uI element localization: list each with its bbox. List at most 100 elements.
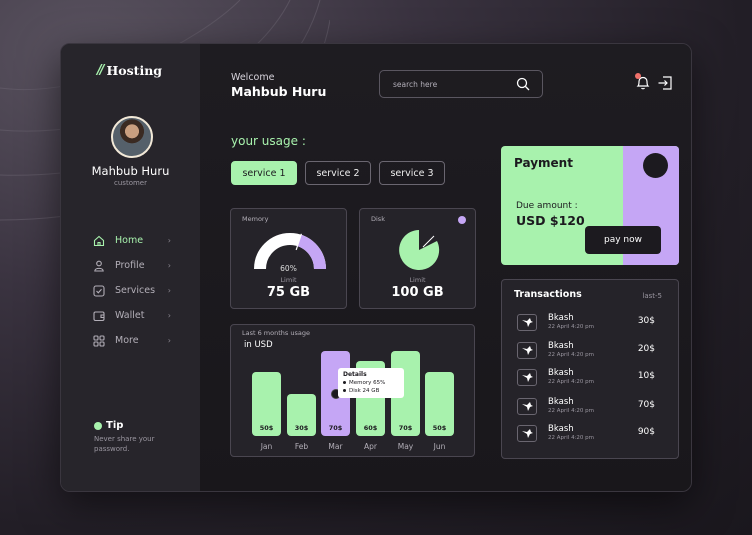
sidebar-item-profile[interactable]: Profile › bbox=[93, 253, 171, 278]
disk-panel: Disk Limit 100 GB bbox=[359, 208, 476, 309]
dashboard-card: // Hosting Mahbub Huru customer Home › P… bbox=[60, 43, 692, 492]
transaction-amount: 70$ bbox=[637, 400, 655, 410]
bird-icon bbox=[517, 314, 537, 331]
service-2-button[interactable]: service 2 bbox=[305, 161, 371, 185]
chart-bar[interactable]: 50$ bbox=[252, 372, 281, 436]
tip-text: Never share your password. bbox=[94, 435, 155, 453]
sidebar-item-wallet[interactable]: Wallet › bbox=[93, 303, 171, 328]
due-amount-label: Due amount : bbox=[516, 201, 578, 211]
usage-title: your usage : bbox=[231, 134, 306, 148]
chart-bar[interactable]: 50$ bbox=[425, 372, 454, 436]
transactions-panel: Transactions last-5 Bkash 22 April 4:20 p… bbox=[501, 279, 679, 459]
x-axis-label: Feb bbox=[294, 442, 309, 451]
brand-name: Hosting bbox=[106, 63, 163, 78]
x-axis-label: Apr bbox=[364, 442, 377, 451]
x-axis-label: May bbox=[397, 442, 414, 451]
transactions-filter[interactable]: last-5 bbox=[642, 292, 662, 300]
wallet-icon bbox=[93, 310, 105, 321]
chart-tooltip: Details Memory 65% Disk 24 GB bbox=[338, 368, 404, 398]
disk-pie-icon bbox=[399, 230, 440, 270]
chevron-right-icon: › bbox=[167, 261, 171, 270]
notification-button[interactable] bbox=[635, 73, 651, 95]
transaction-amount: 90$ bbox=[637, 427, 655, 437]
tooltip-item: Memory 65% bbox=[343, 379, 399, 387]
sidebar-item-label: Wallet bbox=[115, 310, 145, 321]
search-input[interactable]: search here bbox=[379, 70, 543, 98]
avatar[interactable] bbox=[111, 116, 153, 158]
transaction-name: Bkash bbox=[548, 313, 574, 323]
tip-dot-icon bbox=[94, 421, 102, 430]
bar-value-label: 60$ bbox=[363, 424, 378, 432]
user-role: customer bbox=[114, 179, 147, 187]
transaction-row[interactable]: Bkash 22 April 4:20 pm 90$ bbox=[517, 424, 655, 444]
sidebar-item-more[interactable]: More › bbox=[93, 328, 171, 353]
welcome-label: Welcome bbox=[231, 72, 275, 83]
transaction-name: Bkash bbox=[548, 368, 574, 378]
disk-limit-value: 100 GB bbox=[391, 285, 444, 300]
transaction-row[interactable]: Bkash 22 April 4:20 pm 20$ bbox=[517, 341, 655, 361]
logout-button[interactable] bbox=[657, 75, 673, 95]
user-name: Mahbub Huru bbox=[91, 164, 170, 178]
service-3-button[interactable]: service 3 bbox=[379, 161, 445, 185]
transaction-name: Bkash bbox=[548, 397, 574, 407]
sidebar-item-services[interactable]: Services › bbox=[93, 278, 171, 303]
transaction-date: 22 April 4:20 pm bbox=[548, 408, 595, 414]
transaction-name: Bkash bbox=[548, 424, 574, 434]
bar-value-label: 30$ bbox=[294, 424, 309, 432]
tip-box: Tip Never share your password. bbox=[94, 420, 164, 454]
bird-icon bbox=[517, 342, 537, 359]
services-icon bbox=[93, 284, 105, 297]
tooltip-title: Details bbox=[343, 371, 367, 378]
transaction-name: Bkash bbox=[548, 341, 574, 351]
transactions-title: Transactions bbox=[514, 289, 582, 300]
bird-icon bbox=[517, 398, 537, 415]
transaction-date: 22 April 4:20 pm bbox=[548, 435, 595, 441]
tooltip-item: Disk 24 GB bbox=[343, 387, 399, 395]
x-axis-label: Jun bbox=[433, 442, 446, 451]
service-1-button[interactable]: service 1 bbox=[231, 161, 297, 185]
notification-dot bbox=[635, 73, 641, 79]
transaction-row[interactable]: Bkash 22 April 4:20 pm 10$ bbox=[517, 368, 655, 388]
transaction-date: 22 April 4:20 pm bbox=[548, 324, 595, 330]
sidebar-item-label: Services bbox=[115, 285, 156, 296]
payment-circle bbox=[643, 153, 668, 178]
chevron-right-icon: › bbox=[167, 236, 171, 245]
transaction-date: 22 April 4:20 pm bbox=[548, 352, 595, 358]
grid-icon bbox=[93, 334, 105, 347]
memory-limit-value: 75 GB bbox=[266, 285, 311, 300]
chevron-right-icon: › bbox=[167, 286, 171, 295]
memory-label: Memory bbox=[242, 215, 269, 223]
transaction-amount: 30$ bbox=[637, 316, 655, 326]
logo-icon: // bbox=[97, 63, 104, 78]
bar-value-label: 70$ bbox=[398, 424, 413, 432]
chevron-right-icon: › bbox=[167, 311, 171, 320]
transaction-amount: 20$ bbox=[637, 344, 655, 354]
tip-title: Tip bbox=[94, 420, 164, 431]
search-icon bbox=[516, 77, 530, 91]
memory-limit-label: Limit bbox=[280, 276, 297, 284]
usage-chart: Last 6 months usage in USD 50$ Jan 30$ Feb 7… bbox=[230, 324, 475, 457]
bar-value-label: 50$ bbox=[259, 424, 274, 432]
bar-value-label: 50$ bbox=[432, 424, 447, 432]
home-icon bbox=[93, 235, 105, 246]
sidebar-item-label: Profile bbox=[115, 260, 145, 271]
bird-icon bbox=[517, 425, 537, 442]
chart-bar[interactable]: 30$ bbox=[287, 394, 316, 436]
transaction-row[interactable]: Bkash 22 April 4:20 pm 30$ bbox=[517, 313, 655, 333]
pay-now-button[interactable]: pay now bbox=[585, 226, 661, 254]
due-amount-value: USD $120 bbox=[516, 213, 585, 228]
logout-icon bbox=[658, 76, 672, 90]
sidebar-item-label: More bbox=[115, 335, 139, 346]
bird-icon bbox=[517, 369, 537, 386]
disk-status-dot bbox=[458, 216, 466, 224]
x-axis-label: Mar bbox=[328, 442, 343, 451]
sidebar: // Hosting Mahbub Huru customer Home › P… bbox=[61, 44, 200, 491]
payment-title: Payment bbox=[514, 156, 573, 170]
transaction-row[interactable]: Bkash 22 April 4:20 pm 70$ bbox=[517, 397, 655, 417]
memory-panel: Memory 60% Limit 75 GB bbox=[230, 208, 347, 309]
sidebar-item-home[interactable]: Home › bbox=[93, 228, 171, 253]
brand-logo[interactable]: // Hosting bbox=[97, 63, 162, 78]
disk-label: Disk bbox=[371, 215, 385, 223]
chart-subtitle: in USD bbox=[244, 340, 273, 350]
payment-card: Payment Due amount : USD $120 pay now bbox=[501, 146, 679, 265]
